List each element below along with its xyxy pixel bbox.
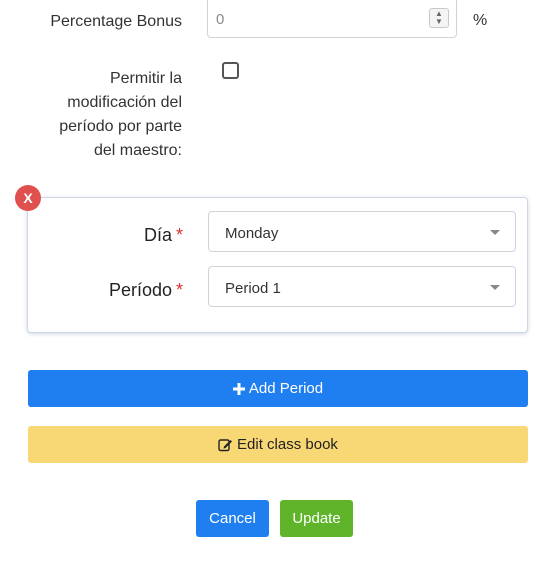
teacher-modify-label-line: período por parte <box>59 118 182 135</box>
edit-class-book-button[interactable]: Edit class book <box>28 426 528 463</box>
required-marker: * <box>175 280 183 300</box>
plus-icon <box>232 382 245 395</box>
teacher-modify-label-line: modificación del <box>67 94 182 111</box>
teacher-modify-label: Permitir la modificación del período por… <box>20 67 182 163</box>
day-label: Día * <box>40 225 183 246</box>
teacher-modify-label-line: del maestro: <box>93 142 182 159</box>
day-label-text: Día <box>143 225 172 245</box>
required-marker: * <box>175 225 183 245</box>
add-period-button[interactable]: Add Period <box>28 370 528 407</box>
day-select-value: Monday <box>225 225 279 242</box>
close-icon: X <box>23 190 33 206</box>
edit-icon <box>218 438 233 452</box>
number-spinner[interactable]: ▲ ▼ <box>429 8 449 28</box>
percentage-bonus-value: 0 <box>216 11 225 28</box>
period-label: Período * <box>40 280 183 301</box>
add-period-label: Add Period <box>248 380 324 397</box>
period-select[interactable]: Period 1 <box>208 266 516 307</box>
percentage-bonus-label: Percentage Bonus <box>50 13 182 30</box>
percent-unit: % <box>473 12 488 29</box>
teacher-modify-label-line: Permitir la <box>109 70 182 87</box>
chevron-down-icon: ▼ <box>435 17 443 26</box>
cancel-button[interactable]: Cancel <box>196 500 269 537</box>
edit-class-book-label: Edit class book <box>237 436 338 453</box>
period-label-text: Período <box>108 280 172 300</box>
caret-down-icon <box>490 230 500 235</box>
period-select-value: Period 1 <box>225 280 281 297</box>
remove-period-button[interactable]: X <box>15 185 41 211</box>
day-select[interactable]: Monday <box>208 211 516 252</box>
update-button[interactable]: Update <box>280 500 353 537</box>
percentage-bonus-input[interactable]: 0 ▲ ▼ <box>207 0 457 38</box>
teacher-modify-checkbox[interactable] <box>222 62 239 79</box>
caret-down-icon <box>490 285 500 290</box>
